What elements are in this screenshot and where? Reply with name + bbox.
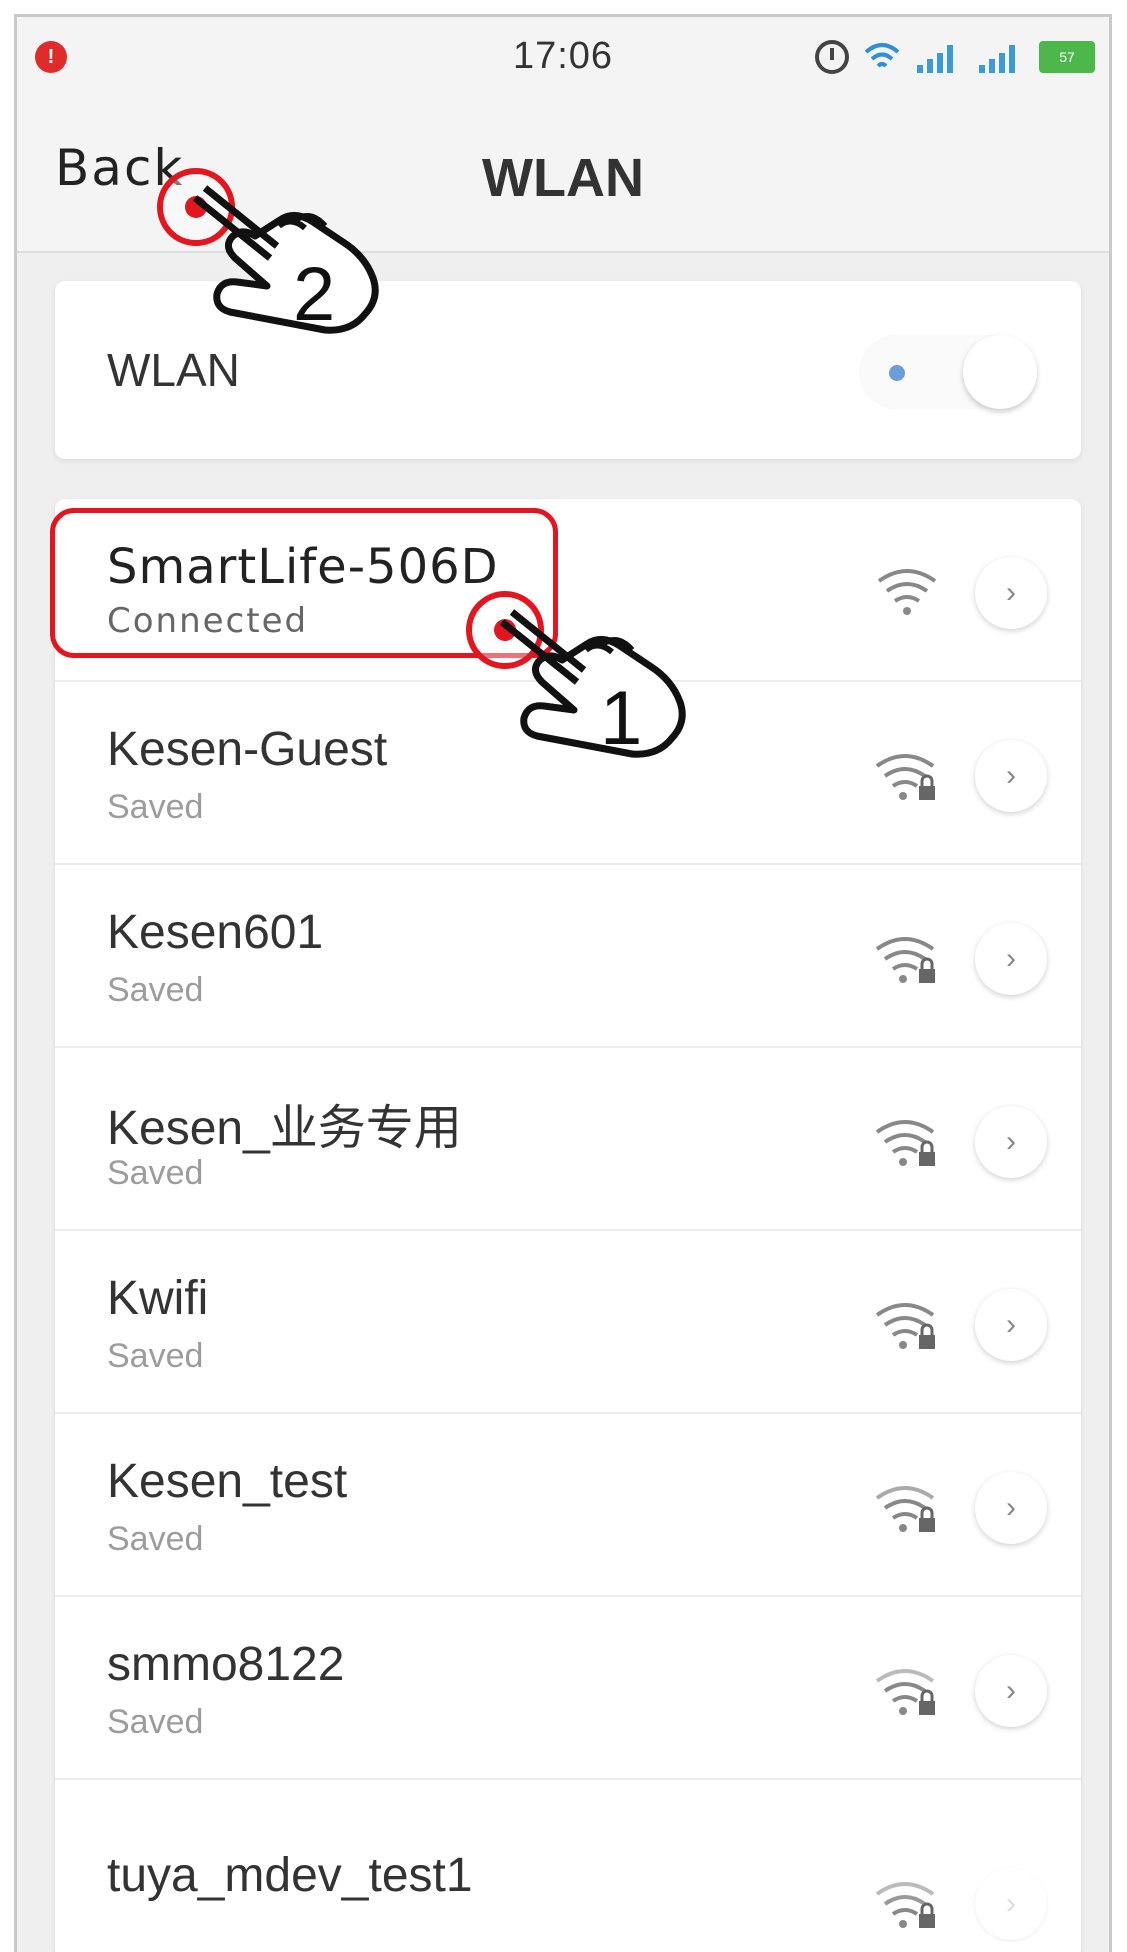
network-status: Saved xyxy=(107,1703,204,1741)
pointing-hand-icon-2: 2 xyxy=(192,185,379,337)
cell-signal-icon xyxy=(917,45,953,73)
cell-signal-2-icon xyxy=(979,45,1015,73)
network-status: Saved xyxy=(107,1520,204,1558)
wifi-lock-icon xyxy=(875,1882,935,1928)
toggle-indicator xyxy=(889,365,905,381)
toggle-knob xyxy=(963,335,1037,409)
network-name: tuya_mdev_test1 xyxy=(107,1849,473,1902)
wifi-lock-icon xyxy=(875,937,935,983)
network-name: Kesen_test xyxy=(107,1455,348,1508)
step-2-label: 2 xyxy=(293,252,335,337)
wifi-signal-icon xyxy=(877,569,937,615)
wifi-lock-icon xyxy=(875,1120,935,1166)
network-name: smmo8122 xyxy=(107,1638,345,1691)
wifi-lock-icon xyxy=(875,1669,935,1715)
network-status: Saved xyxy=(107,971,204,1009)
wlan-toggle-switch[interactable] xyxy=(859,335,1037,409)
pointing-hand-icon-1: 1 xyxy=(499,609,686,761)
network-name: Kesen601 xyxy=(107,906,324,959)
network-row-smmo8122[interactable]: smmo8122 Saved › xyxy=(55,1597,1081,1780)
wifi-lock-icon xyxy=(875,754,935,800)
alarm-icon xyxy=(815,40,849,74)
step-1-label: 1 xyxy=(600,676,642,761)
network-row-kwifi[interactable]: Kwifi Saved › xyxy=(55,1231,1081,1414)
network-row-kesen601[interactable]: Kesen601 Saved › xyxy=(55,865,1081,1048)
network-row-tuya[interactable]: tuya_mdev_test1 › xyxy=(55,1780,1081,1952)
network-row-kesen-business[interactable]: Kesen_业务专用 Saved › xyxy=(55,1048,1081,1231)
wifi-lock-icon xyxy=(875,1486,935,1532)
network-details-button[interactable]: › xyxy=(975,1106,1047,1178)
network-status: Saved xyxy=(107,1154,204,1192)
network-details-button[interactable]: › xyxy=(975,557,1047,629)
wlan-toggle-label: WLAN xyxy=(107,344,240,396)
network-details-button[interactable]: › xyxy=(975,1868,1047,1940)
status-bar: ! 17:06 57 xyxy=(17,17,1109,95)
network-details-button[interactable]: › xyxy=(975,923,1047,995)
status-icons: 57 xyxy=(815,37,1095,77)
battery-icon: 57 xyxy=(1039,41,1095,73)
network-details-button[interactable]: › xyxy=(975,1472,1047,1544)
network-row-kesen-test[interactable]: Kesen_test Saved › xyxy=(55,1414,1081,1597)
network-status: Saved xyxy=(107,788,204,826)
wifi-lock-icon xyxy=(875,1303,935,1349)
network-status: Saved xyxy=(107,1337,204,1375)
network-name: Kesen_业务专用 xyxy=(107,1102,462,1155)
network-details-button[interactable]: › xyxy=(975,1289,1047,1361)
network-details-button[interactable]: › xyxy=(975,1655,1047,1727)
network-name: Kwifi xyxy=(107,1272,209,1325)
network-name: Kesen-Guest xyxy=(107,723,388,776)
network-details-button[interactable]: › xyxy=(975,740,1047,812)
wifi-status-icon xyxy=(864,43,900,68)
